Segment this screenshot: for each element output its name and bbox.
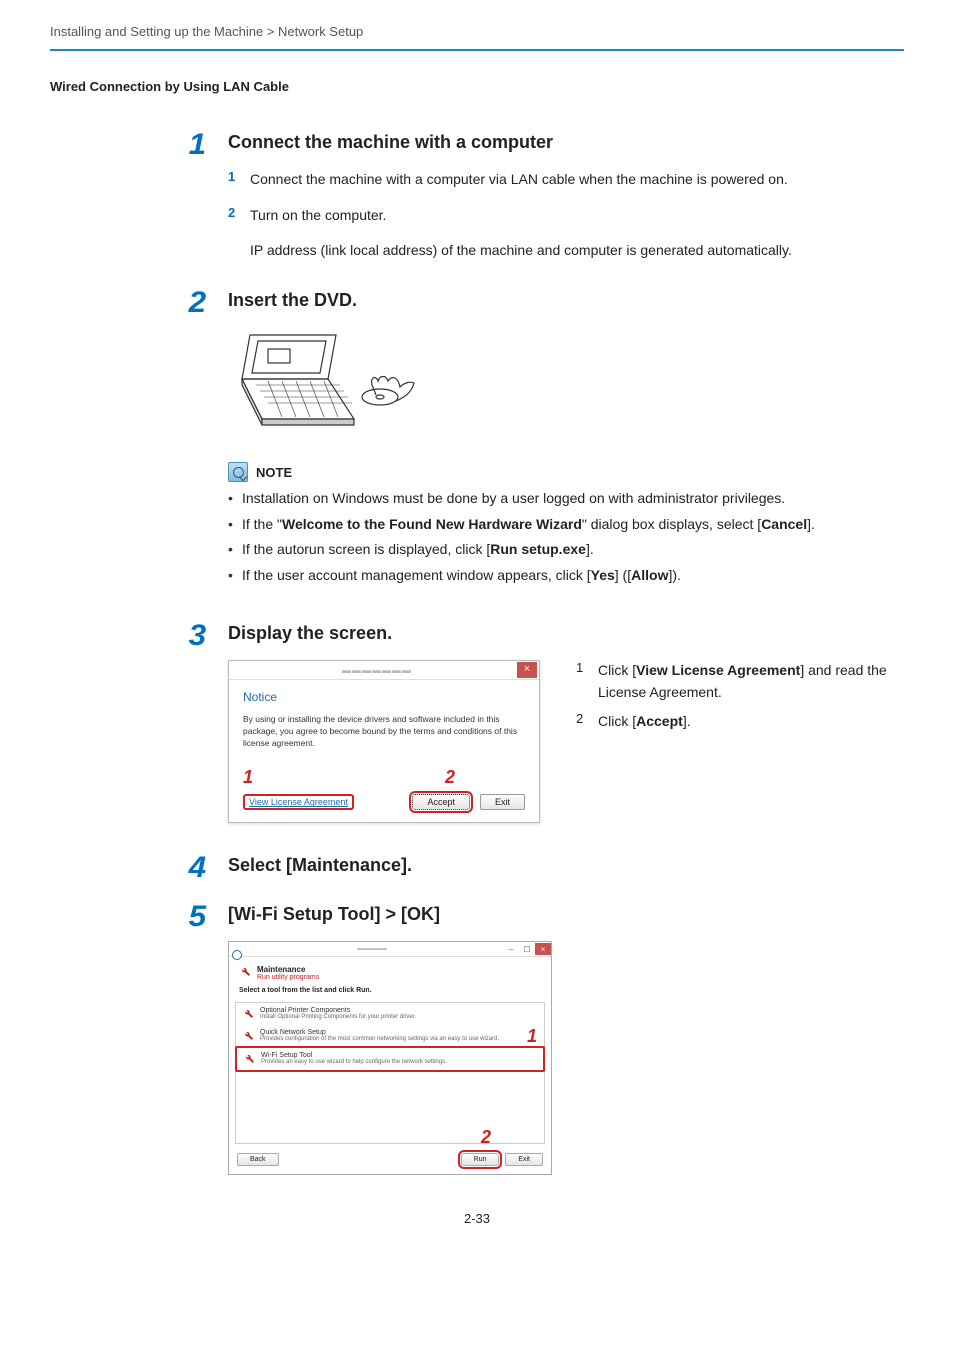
maximize-icon[interactable]: ☐	[519, 943, 535, 955]
substep-number: 2	[228, 205, 250, 227]
step-number-1: 1	[189, 130, 207, 160]
step5-heading: [Wi-Fi Setup Tool] > [OK]	[228, 904, 904, 925]
back-button[interactable]: Back	[237, 1153, 279, 1166]
wrench-icon	[239, 965, 251, 977]
substep-text: Click [Accept].	[598, 711, 904, 733]
dialog-title-blur: ▬▬▬▬▬▬▬	[237, 665, 517, 675]
step1-heading: Connect the machine with a computer	[228, 132, 904, 153]
view-license-link[interactable]: View License Agreement	[243, 794, 354, 810]
step1-note: IP address (link local address) of the m…	[250, 240, 904, 262]
substep-number: 1	[576, 660, 598, 703]
note-icon	[228, 462, 248, 482]
laptop-dvd-illustration	[228, 327, 904, 442]
substep-text: Connect the machine with a computer via …	[250, 169, 904, 191]
close-icon[interactable]: ×	[517, 662, 537, 678]
note-bullet: If the user account management window ap…	[228, 565, 904, 587]
minimize-icon[interactable]: –	[503, 943, 519, 955]
step4-heading: Select [Maintenance].	[228, 855, 904, 876]
substep-text: Turn on the computer.	[250, 205, 904, 227]
callout-1: 1	[527, 1026, 537, 1047]
step-number-2: 2	[189, 288, 207, 318]
option-quick-network[interactable]: Quick Network SetupProvides configuratio…	[236, 1025, 544, 1047]
run-button[interactable]: Run	[461, 1153, 500, 1166]
license-dialog: ▬▬▬▬▬▬▬ × Notice By using or installing …	[228, 660, 540, 824]
maintenance-hint: Select a tool from the list and click Ru…	[239, 987, 541, 994]
note-bullet: If the autorun screen is displayed, clic…	[228, 539, 904, 561]
maintenance-subtitle: Run utility programs	[257, 974, 319, 981]
wrench-icon	[243, 1052, 255, 1066]
breadcrumb: Installing and Setting up the Machine > …	[50, 24, 904, 51]
note-bullet: Installation on Windows must be done by …	[228, 488, 904, 510]
option-wifi-setup[interactable]: Wi-Fi Setup ToolProvides an easy to use …	[235, 1046, 545, 1072]
step-number-5: 5	[189, 902, 207, 932]
wrench-icon	[242, 1029, 254, 1043]
step3-heading: Display the screen.	[228, 623, 904, 644]
exit-button[interactable]: Exit	[505, 1153, 543, 1166]
callout-2: 2	[445, 767, 455, 788]
section-title: Wired Connection by Using LAN Cable	[50, 79, 904, 94]
wrench-icon	[242, 1007, 254, 1021]
note-label: NOTE	[256, 465, 292, 480]
exit-button[interactable]: Exit	[480, 794, 525, 810]
substep-number: 2	[576, 711, 598, 733]
page-number: 2-33	[50, 1211, 904, 1226]
maintenance-title: Maintenance	[257, 965, 319, 974]
dialog-text: By using or installing the device driver…	[243, 714, 525, 750]
option-optional-components[interactable]: Optional Printer ComponentsInstall Optio…	[236, 1003, 544, 1025]
substep-text: Click [View License Agreement] and read …	[598, 660, 904, 703]
maintenance-window: ▬▬▬▬▬ – ☐ × Maintenance Run utility prog…	[228, 941, 552, 1175]
close-icon[interactable]: ×	[535, 943, 551, 955]
dialog-heading: Notice	[243, 690, 525, 704]
step2-heading: Insert the DVD.	[228, 290, 904, 311]
step-number-3: 3	[189, 621, 207, 651]
substep-number: 1	[228, 169, 250, 191]
window-title-blur: ▬▬▬▬▬	[241, 946, 503, 952]
callout-1: 1	[243, 767, 253, 788]
callout-2: 2	[481, 1127, 491, 1148]
step-number-4: 4	[189, 853, 207, 883]
accept-button[interactable]: Accept	[412, 794, 470, 810]
note-bullet: If the "Welcome to the Found New Hardwar…	[228, 514, 904, 536]
